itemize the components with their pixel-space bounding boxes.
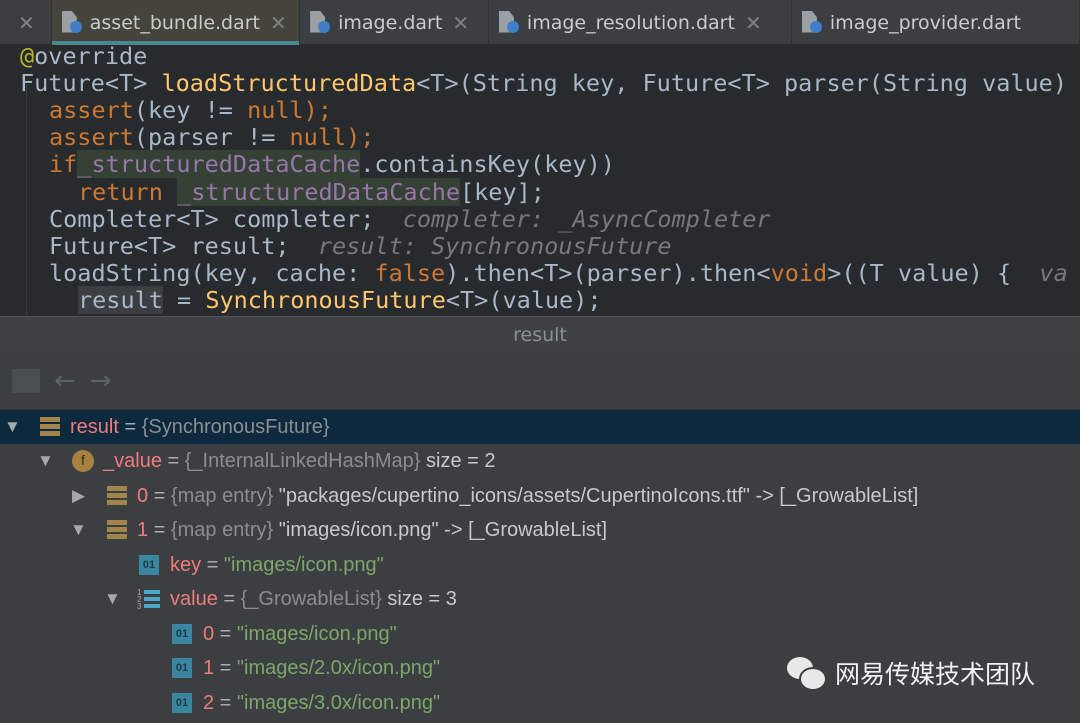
code-line: result = SynchronousFuture<T>(value); [78,286,602,314]
panel-toolbar: ← → [0,353,1080,410]
expand-triangle-icon[interactable]: ▼ [37,451,59,471]
code-line: assert(parser != null); [49,123,375,151]
tab-hidden[interactable]: ✕ [0,0,52,45]
primitive-icon: 01 [172,693,192,713]
tree-row-item-0[interactable]: 01 0 = "images/icon.png" [0,617,1080,651]
close-icon[interactable]: ✕ [452,11,469,35]
expand-triangle-icon[interactable]: ▼ [4,417,26,437]
code-line: if_structuredDataCache.containsKey(key)) [49,150,615,178]
dart-file-icon [62,11,82,35]
code-line: Completer<T> completer; completer: _Asyn… [49,205,771,233]
dart-file-icon [499,11,519,35]
field-icon: f [72,450,94,472]
dart-file-icon [802,11,822,35]
tree-row-result[interactable]: ▼ result = {SynchronousFuture} [0,410,1080,444]
inline-debug-hint: result: SynchronousFuture [317,232,672,260]
tree-text: 2 = "images/3.0x/icon.png" [203,691,441,714]
annotation-override: @override [20,45,148,70]
watch-folder-icon[interactable] [12,369,40,393]
tree-row-list[interactable]: ▼ 123 value = {_GrowableList} size = 3 [0,582,1080,616]
tree-text: result = {SynchronousFuture} [70,415,330,438]
watermark-text: 网易传媒技术团队 [835,660,1036,689]
inline-debug-hint: completer: _AsyncCompleter [402,205,771,233]
list-icon: 123 [137,589,161,611]
primitive-icon: 01 [172,624,192,644]
tab-image-resolution[interactable]: image_resolution.dart ✕ [489,0,792,45]
tree-row-key[interactable]: 01 key = "images/icon.png" [0,548,1080,582]
tree-text: value = {_GrowableList} size = 3 [170,587,457,610]
code-line: assert(key != null); [49,96,332,124]
code-line: @override [20,45,147,70]
forward-arrow-icon[interactable]: → [90,366,112,396]
tab-label: image_resolution.dart [526,11,735,34]
tree-text: 0 = {map entry} "packages/cupertino_icon… [137,484,919,507]
close-icon[interactable]: ✕ [270,11,287,35]
object-icon [107,486,127,506]
editor-tabs: ✕ asset_bundle.dart ✕ image.dart ✕ image_r… [0,0,1080,45]
close-icon[interactable]: ✕ [745,11,762,35]
tree-text: 1 = {map entry} "images/icon.png" -> [_G… [137,518,608,541]
expand-triangle-icon[interactable]: ▼ [70,520,92,540]
indent-guide [26,85,27,315]
primitive-icon: 01 [139,555,159,575]
back-arrow-icon[interactable]: ← [54,366,76,396]
object-icon [40,417,60,437]
dart-file-icon [310,11,331,35]
tab-image-provider[interactable]: image_provider.dart [792,0,1080,45]
tree-row-value[interactable]: ▼ f _value = {_InternalLinkedHashMap} si… [0,444,1080,478]
code-line: Future<T> result; result: SynchronousFut… [49,232,672,260]
code-line: return _structuredDataCache[key]; [78,178,545,206]
collapse-triangle-icon[interactable]: ▶ [72,486,94,506]
panel-title: result [0,316,1080,353]
code-line: Future<T> loadStructuredData<T>(String k… [20,69,1067,97]
tree-text: key = "images/icon.png" [170,553,384,576]
tree-row-item-2[interactable]: 01 2 = "images/3.0x/icon.png" [0,686,1080,720]
tab-asset-bundle[interactable]: asset_bundle.dart ✕ [51,0,301,45]
tree-row-entry-0[interactable]: ▶ 0 = {map entry} "packages/cupertino_ic… [0,479,1080,513]
tab-label: image.dart [338,11,443,34]
tree-text: 0 = "images/icon.png" [203,622,397,645]
primitive-icon: 01 [172,658,192,678]
tree-text: 1 = "images/2.0x/icon.png" [203,656,441,679]
tree-text: _value = {_InternalLinkedHashMap} size =… [103,449,496,472]
tab-image[interactable]: image.dart ✕ [300,0,489,45]
wechat-icon [785,655,827,691]
expand-triangle-icon[interactable]: ▼ [104,589,126,609]
code-line: loadString(key, cache: false).then<T>(pa… [49,259,1068,287]
tree-row-entry-1[interactable]: ▼ 1 = {map entry} "images/icon.png" -> [… [0,513,1080,547]
code-editor[interactable]: @override Future<T> loadStructuredData<T… [0,45,1080,316]
tab-label: asset_bundle.dart [89,11,261,34]
tab-label: image_provider.dart [829,11,1022,34]
close-icon[interactable]: ✕ [18,11,35,35]
object-icon [107,520,127,540]
watermark: 网易传媒技术团队 [785,655,1035,691]
